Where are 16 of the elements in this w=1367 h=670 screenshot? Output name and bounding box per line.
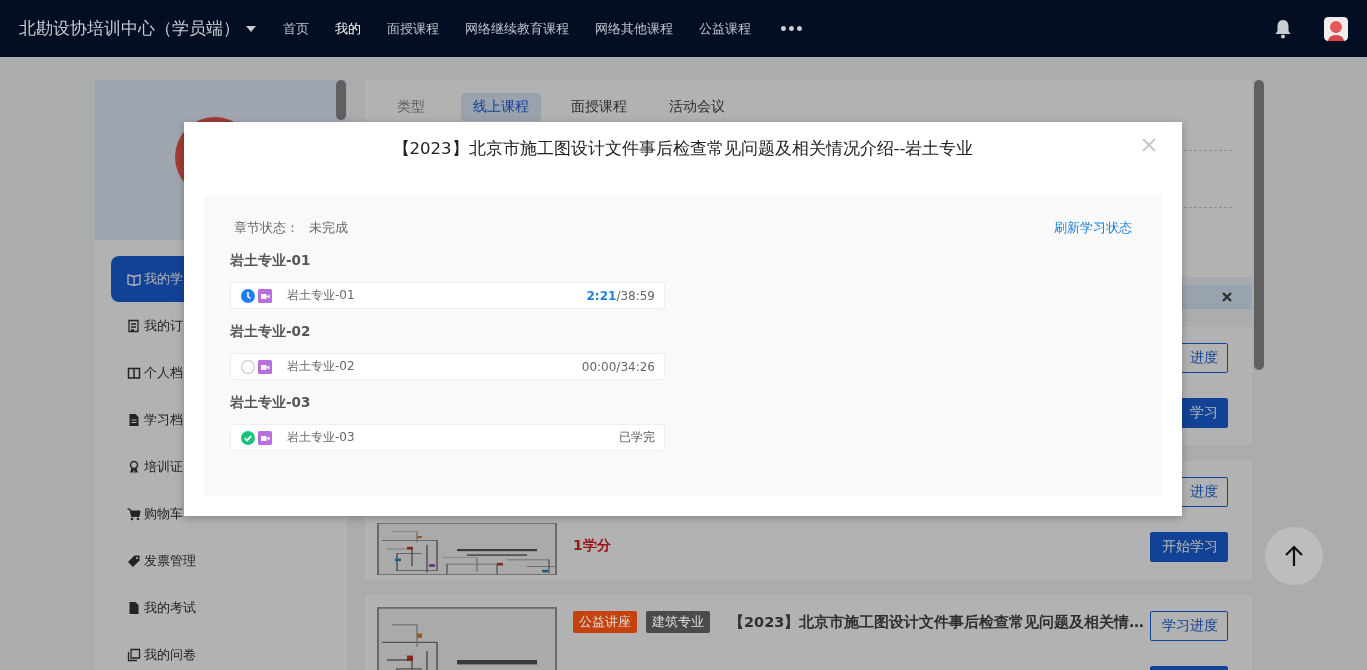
- lesson-progress: 已学完: [619, 429, 655, 446]
- status-value: 未完成: [309, 219, 348, 237]
- dialog-title: 【2023】北京市施工图设计文件事后检查常见问题及相关情况介绍--岩土专业: [392, 138, 974, 160]
- course-tag: 公益讲座: [573, 611, 637, 633]
- course-tag: 建筑专业: [646, 611, 710, 633]
- chapter-heading: 岩土专业-03: [230, 394, 312, 412]
- status-label: 章节状态：: [234, 219, 299, 237]
- lesson-title: 岩土专业-03: [287, 429, 356, 446]
- lesson-title: 岩土专业-01: [287, 287, 356, 304]
- credit-label: 1学分: [573, 537, 611, 555]
- lesson-progress: 2:21/38:59: [586, 288, 655, 303]
- lesson-progress: 00:00/34:26: [581, 359, 655, 374]
- filter-label: 类型: [397, 98, 426, 116]
- lesson-title: 岩土专业-02: [287, 358, 356, 375]
- chapter-heading: 岩土专业-01: [230, 252, 312, 270]
- chapter-heading: 岩土专业-02: [230, 323, 312, 341]
